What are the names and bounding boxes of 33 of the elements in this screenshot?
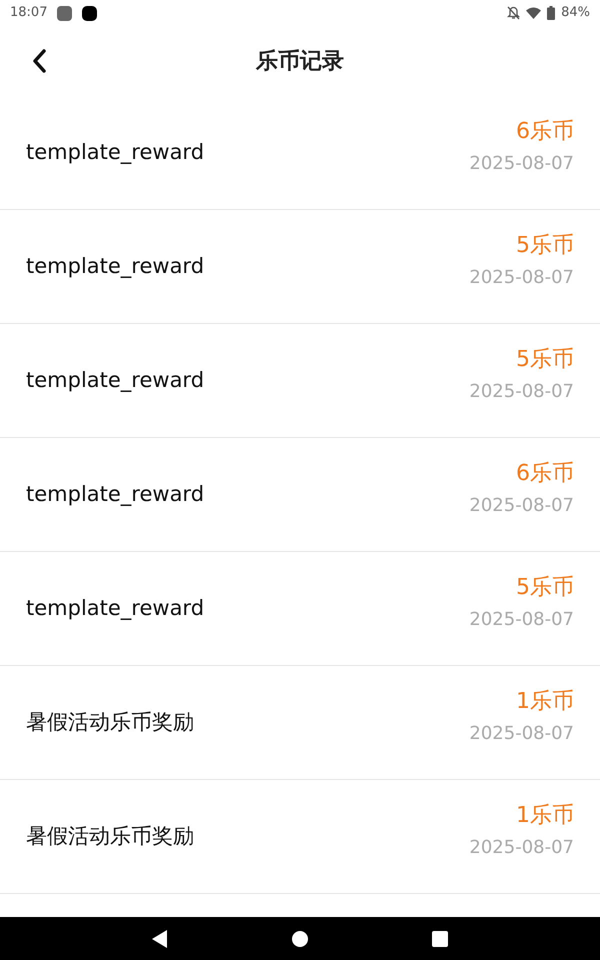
battery-level: 84% [561,4,590,22]
record-date: 2025-08-07 [469,266,574,290]
record-date: 2025-08-07 [469,836,574,860]
status-time: 18:07 [10,4,48,22]
record-title: 暑假活动乐币奖励 [26,708,194,736]
home-nav-icon[interactable] [292,930,308,946]
notification-icon [82,6,98,20]
notification-icon [57,6,72,20]
coin-amount: 6乐币 [516,460,574,488]
record-title: template_reward [26,366,204,394]
coin-amount: 5乐币 [516,346,574,374]
record-title: template_reward [26,138,204,166]
record-title: template_reward [26,252,204,280]
record-title: 暑假活动乐币奖励 [26,822,194,850]
recents-nav-icon[interactable] [432,930,448,946]
coin-amount: 5乐币 [516,232,574,260]
page-title: 乐币记录 [256,48,344,76]
record-title: template_reward [26,594,204,622]
bell-off-icon [507,6,520,20]
coin-amount: 6乐币 [516,118,574,146]
record-date: 2025-08-07 [469,494,574,518]
coin-amount: 1乐币 [516,802,574,830]
coin-amount: 1乐币 [516,688,574,716]
wifi-icon [526,7,542,19]
battery-icon [547,6,556,20]
record-date: 2025-08-07 [469,722,574,746]
coin-amount: 5乐币 [516,574,574,602]
record-date: 2025-08-07 [469,152,574,176]
back-nav-icon[interactable] [152,930,168,948]
chevron-left-icon [31,48,47,74]
record-date: 2025-08-07 [469,608,574,632]
record-date: 2025-08-07 [469,380,574,404]
record-title: template_reward [26,480,204,508]
